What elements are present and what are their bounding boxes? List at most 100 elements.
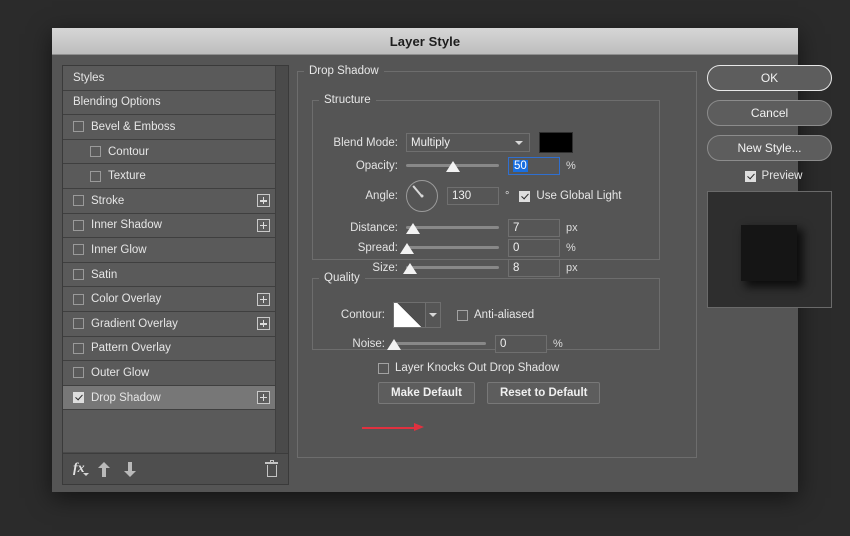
effect-toggle-checkbox[interactable] <box>73 244 84 256</box>
ok-button[interactable]: OK <box>707 65 832 91</box>
sidebar-item-contour[interactable]: Contour <box>63 139 276 165</box>
contour-chevron-down-icon[interactable] <box>426 302 441 328</box>
sidebar-item-inner-glow[interactable]: Inner Glow <box>63 238 276 263</box>
contour-picker[interactable] <box>393 302 441 328</box>
noise-value: 0 <box>500 338 507 350</box>
blend-mode-value: Multiply <box>411 136 450 149</box>
sidebar-item-texture[interactable]: Texture <box>63 164 276 189</box>
arrow-down-icon[interactable] <box>123 461 137 477</box>
effect-toggle-checkbox[interactable] <box>73 318 84 330</box>
spread-value: 0 <box>513 242 520 254</box>
noise-slider[interactable] <box>386 337 486 351</box>
opacity-slider-thumb[interactable] <box>445 161 460 172</box>
layer-knocks-out-label: Layer Knocks Out Drop Shadow <box>395 362 560 374</box>
spread-slider[interactable] <box>399 241 499 255</box>
new-style-button[interactable]: New Style... <box>707 135 832 161</box>
structure-group: Structure Blend Mode: Multiply Opacity: … <box>312 94 660 277</box>
fx-icon[interactable]: fx <box>73 461 89 477</box>
settings-panel: Drop Shadow Structure Blend Mode: Multip… <box>297 65 697 483</box>
add-effect-plus-icon[interactable] <box>257 292 270 306</box>
add-effect-plus-icon[interactable] <box>257 194 270 208</box>
preview-toggle-row: Preview <box>707 170 840 182</box>
styles-toolbar: fx <box>63 453 288 484</box>
angle-unit: ° <box>505 190 510 202</box>
sidebar-item-label: Pattern Overlay <box>91 342 171 355</box>
blend-mode-row: Blend Mode: Multiply <box>323 132 573 153</box>
sidebar-item-satin[interactable]: Satin <box>63 262 276 288</box>
noise-slider-thumb[interactable] <box>386 339 401 350</box>
effect-toggle-checkbox[interactable] <box>90 146 101 158</box>
add-effect-plus-icon[interactable] <box>257 391 270 405</box>
distance-slider-thumb[interactable] <box>406 223 421 234</box>
arrow-up-icon[interactable] <box>97 461 111 477</box>
chevron-down-icon <box>515 140 523 145</box>
contour-row: Contour: Anti-aliased <box>323 302 534 328</box>
distance-label: Distance: <box>350 222 398 234</box>
cancel-button[interactable]: Cancel <box>707 100 832 126</box>
sidebar-item-color-overlay[interactable]: Color Overlay <box>63 287 276 312</box>
drop-shadow-group-title: Drop Shadow <box>309 65 379 77</box>
make-default-button[interactable]: Make Default <box>378 382 475 404</box>
noise-input[interactable]: 0 <box>495 335 547 353</box>
effect-toggle-checkbox[interactable] <box>73 392 84 404</box>
distance-input[interactable]: 7 <box>508 219 560 237</box>
dialog-titlebar[interactable]: Layer Style <box>52 28 798 55</box>
sidebar-item-label: Inner Shadow <box>91 219 162 232</box>
sidebar-item-styles[interactable]: Styles <box>63 66 276 91</box>
use-global-light-checkbox[interactable] <box>519 190 531 202</box>
add-effect-plus-icon[interactable] <box>257 317 270 331</box>
sidebar-item-stroke[interactable]: Stroke <box>63 188 276 214</box>
noise-row: Noise: 0 % <box>323 335 563 353</box>
effect-toggle-checkbox[interactable] <box>73 367 84 379</box>
sidebar-item-label: Bevel & Emboss <box>91 120 176 133</box>
effect-toggle-checkbox[interactable] <box>73 342 84 354</box>
dialog-title: Layer Style <box>389 33 461 49</box>
quality-group-title: Quality <box>324 272 360 284</box>
distance-slider[interactable] <box>406 221 499 235</box>
styles-list-scrollbar[interactable] <box>275 66 288 453</box>
knockout-row: Layer Knocks Out Drop Shadow <box>378 362 559 374</box>
sidebar-item-bevel-emboss[interactable]: Bevel & Emboss <box>63 115 276 140</box>
angle-dial[interactable] <box>406 180 438 212</box>
trash-icon[interactable] <box>265 459 278 477</box>
opacity-input[interactable]: 50 <box>508 157 560 175</box>
anti-aliased-checkbox[interactable] <box>457 309 468 321</box>
effect-toggle-checkbox[interactable] <box>90 170 101 182</box>
effect-toggle-checkbox[interactable] <box>73 121 84 133</box>
reset-to-default-button[interactable]: Reset to Default <box>486 382 601 404</box>
sidebar-item-label: Gradient Overlay <box>91 317 178 330</box>
spread-slider-thumb[interactable] <box>399 243 414 254</box>
sidebar-item-inner-shadow[interactable]: Inner Shadow <box>63 213 276 239</box>
sidebar-item-label: Satin <box>91 268 118 281</box>
sidebar-item-label: Contour <box>108 145 149 158</box>
shadow-color-swatch[interactable] <box>539 132 573 153</box>
blend-mode-label: Blend Mode: <box>333 136 398 149</box>
default-buttons-row: Make Default Reset to Default <box>378 382 601 404</box>
effect-toggle-checkbox[interactable] <box>73 219 84 231</box>
sidebar-item-label: Blending Options <box>73 96 161 109</box>
dialog-actions: OK Cancel New Style... Preview <box>707 65 840 308</box>
sidebar-item-pattern-overlay[interactable]: Pattern Overlay <box>63 336 276 362</box>
layer-knocks-out-checkbox[interactable] <box>378 362 389 374</box>
sidebar-item-drop-shadow[interactable]: Drop Shadow <box>63 385 276 411</box>
use-global-light-label: Use Global Light <box>536 190 622 202</box>
sidebar-item-gradient-overlay[interactable]: Gradient Overlay <box>63 311 276 337</box>
sidebar-item-outer-glow[interactable]: Outer Glow <box>63 361 276 386</box>
blend-mode-select[interactable]: Multiply <box>406 133 530 152</box>
angle-input[interactable]: 130 <box>447 187 499 205</box>
add-effect-plus-icon[interactable] <box>257 218 270 232</box>
sidebar-item-label: Outer Glow <box>91 366 150 379</box>
sidebar-item-label: Styles <box>73 71 105 84</box>
opacity-row: Opacity: 50 % <box>323 157 576 175</box>
opacity-slider[interactable] <box>406 159 499 173</box>
effect-toggle-checkbox[interactable] <box>73 195 84 207</box>
annotation-arrow-icon <box>362 423 424 432</box>
effect-toggle-checkbox[interactable] <box>73 293 84 305</box>
spread-input[interactable]: 0 <box>508 239 560 257</box>
sidebar-item-blending-options[interactable]: Blending Options <box>63 90 276 116</box>
styles-list[interactable]: Styles Blending Options Bevel & Emboss Cont… <box>63 66 276 453</box>
contour-label: Contour: <box>340 309 385 321</box>
effect-toggle-checkbox[interactable] <box>73 269 84 281</box>
preview-checkbox[interactable] <box>744 170 756 182</box>
contour-thumbnail[interactable] <box>393 302 426 328</box>
